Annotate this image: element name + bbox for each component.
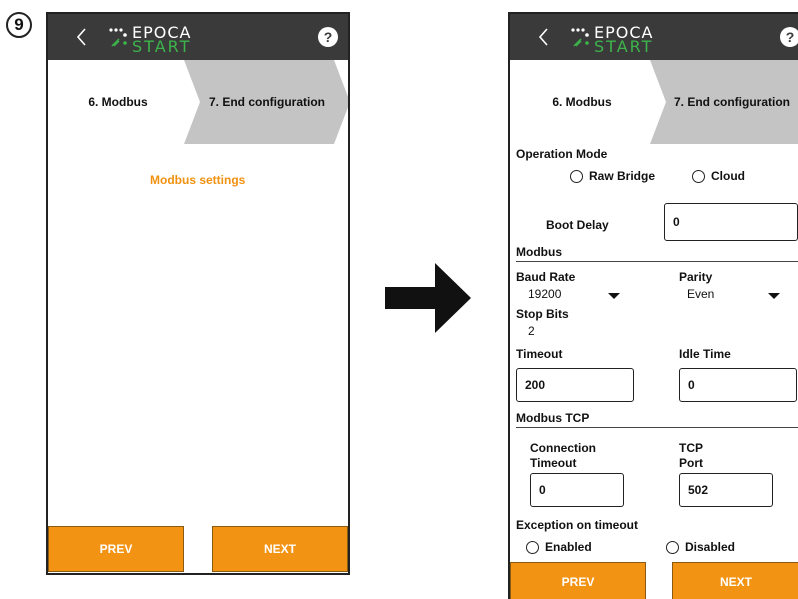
connection-timeout-input[interactable]: 0 bbox=[530, 473, 624, 507]
radio-circle-icon bbox=[692, 169, 705, 183]
exception-on-timeout-label: Exception on timeout bbox=[516, 518, 639, 532]
timeout-input[interactable]: 200 bbox=[516, 368, 634, 402]
radio-circle-icon bbox=[570, 169, 583, 183]
enabled-label: Enabled bbox=[545, 540, 592, 554]
tab-end-configuration[interactable]: 7. End configuration bbox=[184, 60, 348, 144]
modbus-heading: Modbus bbox=[516, 245, 562, 259]
tcp-port-label-line1: TCP bbox=[679, 441, 703, 455]
tab-end-configuration-label: 7. End configuration bbox=[209, 95, 325, 109]
logo-dots-icon bbox=[571, 28, 589, 47]
prev-button[interactable]: PREV bbox=[510, 562, 646, 599]
timeout-label: Timeout bbox=[516, 347, 563, 361]
parity-label: Parity bbox=[679, 270, 713, 284]
tab-modbus[interactable]: 6. Modbus bbox=[510, 60, 654, 144]
next-button[interactable]: NEXT bbox=[212, 526, 348, 572]
tab-end-configuration[interactable]: 7. End configuration bbox=[650, 60, 798, 144]
epoca-start-logo: EPOCA START bbox=[108, 23, 228, 56]
boot-delay-label: Boot Delay bbox=[546, 218, 609, 232]
parity-select[interactable]: Even bbox=[687, 287, 714, 301]
app-header: EPOCA START ? bbox=[48, 14, 348, 60]
tcp-port-label-line2: Port bbox=[679, 456, 703, 470]
modbus-tcp-divider bbox=[516, 427, 798, 428]
radio-circle-icon bbox=[526, 540, 539, 554]
epoca-start-logo: EPOCA START bbox=[570, 23, 690, 56]
operation-mode-label: Operation Mode bbox=[516, 147, 608, 161]
cloud-radio[interactable]: Cloud bbox=[692, 169, 745, 183]
exception-disabled-radio[interactable]: Disabled bbox=[666, 540, 735, 554]
transition-arrow-icon bbox=[385, 263, 471, 333]
back-chevron-icon[interactable] bbox=[70, 23, 94, 51]
wizard-tabs: 6. Modbus 7. End configuration bbox=[48, 60, 348, 144]
connection-timeout-label-line2: Timeout bbox=[530, 456, 577, 470]
connection-timeout-label-line1: Connection bbox=[530, 441, 596, 455]
step-number-badge: 9 bbox=[6, 12, 32, 38]
phone-screen-after: EPOCA START ? 6. Modbus 7. End configura… bbox=[508, 12, 798, 599]
modbus-divider bbox=[516, 261, 798, 262]
wizard-tabs: 6. Modbus 7. End configuration bbox=[510, 60, 798, 144]
disabled-label: Disabled bbox=[685, 540, 736, 554]
modbus-settings-title: Modbus settings bbox=[150, 173, 246, 187]
logo-start-text: START bbox=[132, 37, 192, 56]
parity-dropdown-icon[interactable] bbox=[768, 293, 780, 299]
next-button[interactable]: NEXT bbox=[672, 562, 798, 599]
prev-button[interactable]: PREV bbox=[48, 526, 184, 572]
radio-circle-icon bbox=[666, 540, 679, 554]
stop-bits-label: Stop Bits bbox=[516, 307, 569, 321]
tab-end-configuration-label: 7. End configuration bbox=[674, 95, 790, 109]
tcp-port-input[interactable]: 502 bbox=[679, 473, 773, 507]
stop-bits-select[interactable]: 2 bbox=[528, 324, 535, 338]
baud-rate-label: Baud Rate bbox=[516, 270, 576, 284]
idle-time-label: Idle Time bbox=[679, 347, 731, 361]
raw-bridge-label: Raw Bridge bbox=[589, 169, 656, 183]
tab-modbus[interactable]: 6. Modbus bbox=[48, 60, 188, 144]
boot-delay-input[interactable]: 0 bbox=[664, 203, 798, 241]
logo-start-text: START bbox=[594, 37, 654, 56]
idle-time-input[interactable]: 0 bbox=[679, 368, 797, 402]
cloud-label: Cloud bbox=[711, 169, 745, 183]
baud-rate-dropdown-icon[interactable] bbox=[608, 293, 620, 299]
app-header: EPOCA START ? bbox=[510, 14, 798, 60]
exception-enabled-radio[interactable]: Enabled bbox=[526, 540, 592, 554]
modbus-tcp-heading: Modbus TCP bbox=[516, 411, 590, 425]
raw-bridge-radio[interactable]: Raw Bridge bbox=[570, 169, 655, 183]
baud-rate-select[interactable]: 19200 bbox=[528, 287, 561, 301]
logo-dots-icon bbox=[109, 28, 127, 47]
help-icon[interactable]: ? bbox=[780, 27, 798, 47]
phone-screen-before: EPOCA START ? 6. Modbus 7. End configura… bbox=[46, 12, 350, 575]
help-icon[interactable]: ? bbox=[318, 27, 338, 47]
back-chevron-icon[interactable] bbox=[532, 23, 556, 51]
